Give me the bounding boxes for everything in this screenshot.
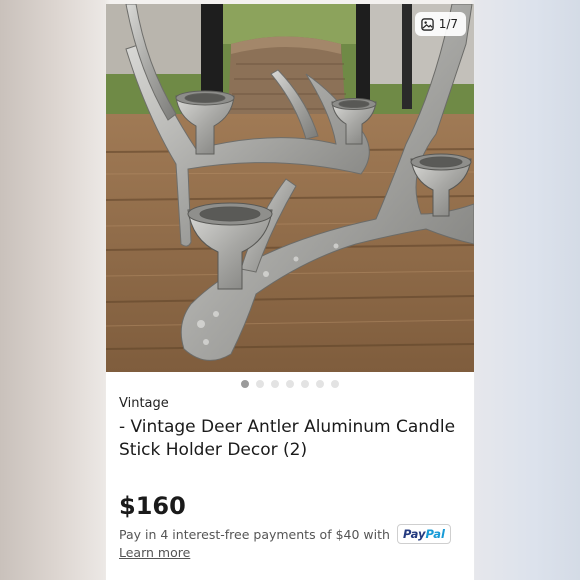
product-title: - Vintage Deer Antler Aluminum Candle St…: [119, 417, 456, 460]
product-photo[interactable]: 1/7: [106, 4, 474, 372]
carousel-indicator: [106, 380, 474, 388]
paypal-logo: PayPal: [396, 524, 451, 544]
carousel-dot[interactable]: [316, 380, 324, 388]
carousel-dot[interactable]: [256, 380, 264, 388]
image-counter-text: 1/7: [438, 17, 458, 31]
carousel-dot[interactable]: [271, 380, 279, 388]
carousel-dot[interactable]: [241, 380, 249, 388]
brand-label[interactable]: Vintage: [119, 396, 169, 411]
image-counter-badge: 1/7: [414, 12, 466, 36]
learn-more-link[interactable]: Learn more: [119, 545, 190, 560]
installment-row: Pay in 4 interest-free payments of $40 w…: [119, 524, 451, 544]
product-price: $160: [119, 492, 186, 520]
carousel-dot[interactable]: [331, 380, 339, 388]
carousel-dot[interactable]: [301, 380, 309, 388]
installment-text: Pay in 4 interest-free payments of $40 w…: [119, 526, 390, 542]
antler-candle-holder-image: [106, 4, 474, 372]
carousel-dot[interactable]: [286, 380, 294, 388]
image-icon: [420, 17, 434, 31]
product-card: 1/7 Vintage - Vintage Deer Antler Alumin…: [106, 4, 474, 580]
